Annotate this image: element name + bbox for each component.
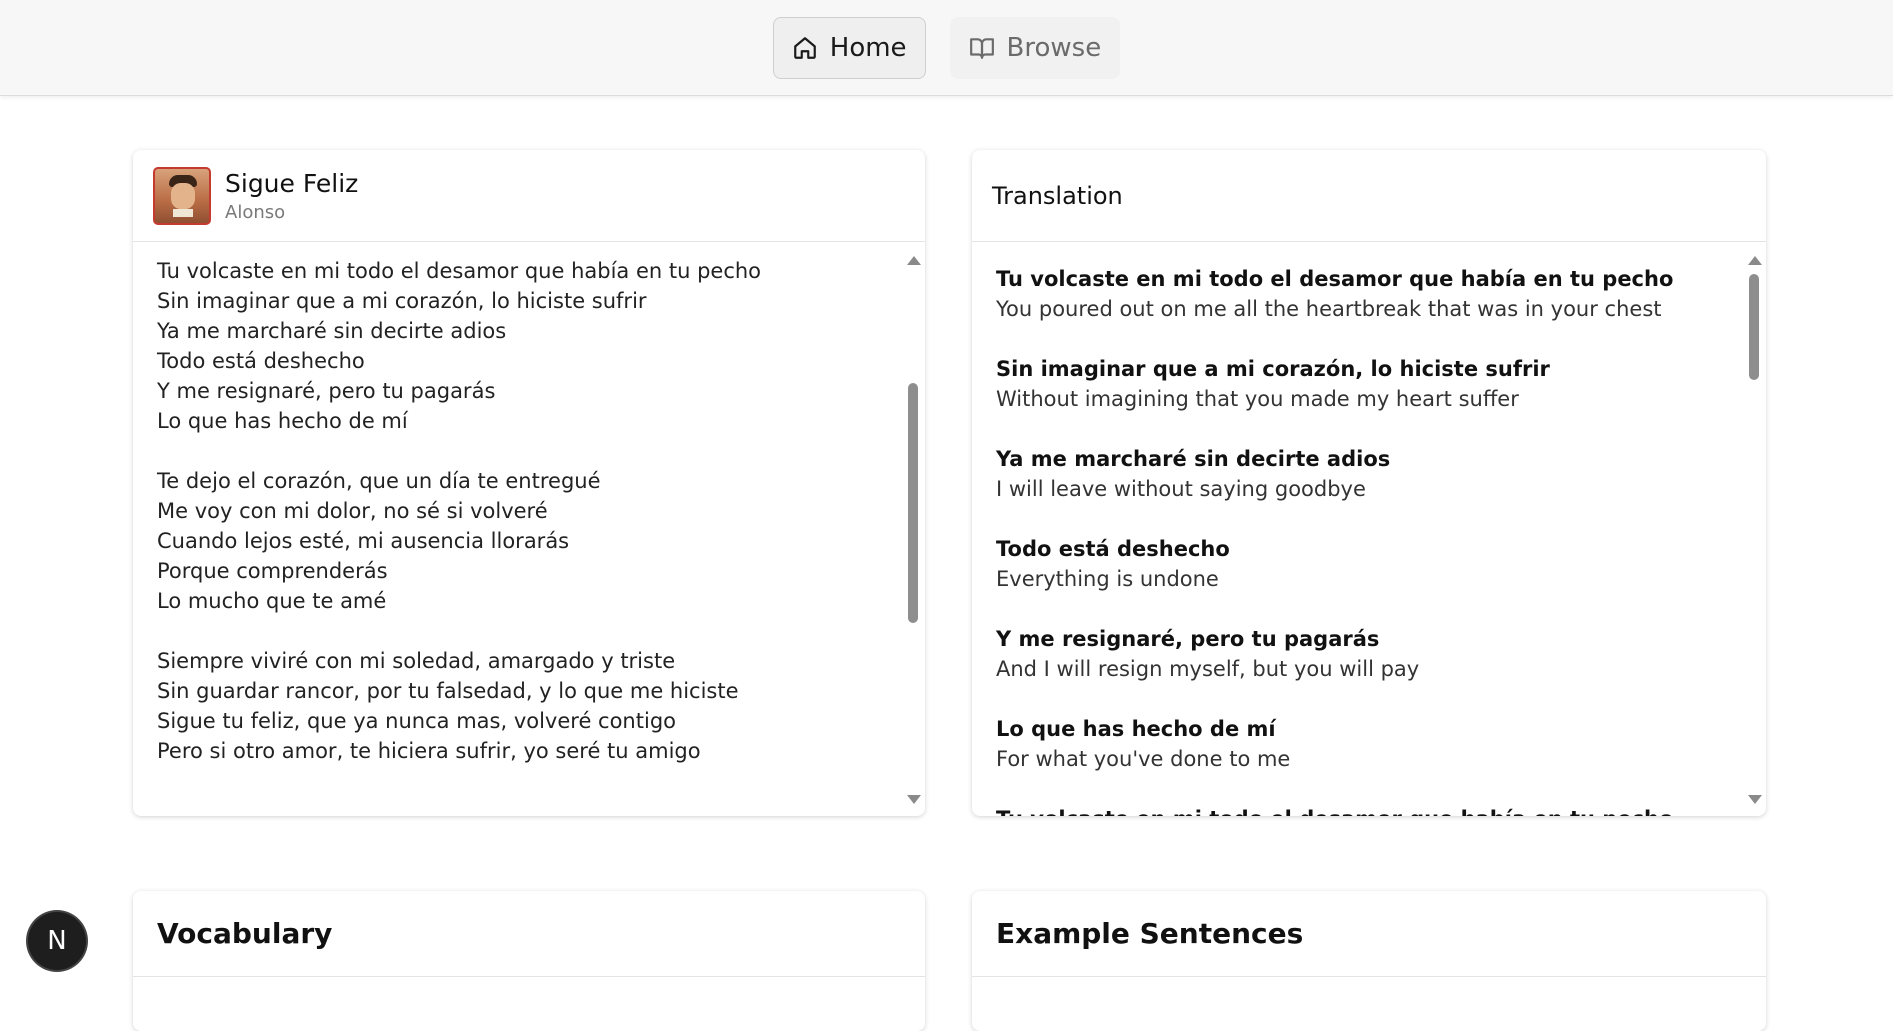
lyrics-scrollbar-thumb[interactable] bbox=[908, 383, 918, 623]
translation-item: Tu volcaste en mi todo el desamor que ha… bbox=[996, 264, 1742, 324]
translation-original-line: Sin imaginar que a mi corazón, lo hicist… bbox=[996, 357, 1550, 381]
lyrics-stanza: Te dejo el corazón, que un día te entreg… bbox=[157, 466, 901, 616]
home-nav-button[interactable]: Home bbox=[772, 16, 926, 79]
lyric-line: Tu volcaste en mi todo el desamor que ha… bbox=[157, 259, 762, 283]
translation-english-line: You poured out on me all the heartbreak … bbox=[996, 297, 1662, 321]
translation-item: Tu volcaste en mi todo el desamor que ha… bbox=[996, 804, 1742, 816]
lyric-line: Lo mucho que te amé bbox=[157, 589, 387, 613]
scroll-down-arrow-icon[interactable] bbox=[1748, 795, 1762, 804]
lyric-line: Pero si otro amor, te hiciera sufrir, yo… bbox=[157, 739, 701, 763]
translation-english-line: I will leave without saying goodbye bbox=[996, 477, 1366, 501]
album-art bbox=[153, 166, 211, 225]
lyric-line: Siempre viviré con mi soledad, amargado … bbox=[157, 649, 676, 673]
translation-scroll-area[interactable]: Tu volcaste en mi todo el desamor que ha… bbox=[972, 242, 1766, 816]
translation-original-line: Y me resignaré, pero tu pagarás bbox=[996, 627, 1380, 651]
translation-card-header: Translation bbox=[972, 150, 1766, 242]
lyrics-stanza: Siempre viviré con mi soledad, amargado … bbox=[157, 646, 901, 766]
translation-list: Tu volcaste en mi todo el desamor que ha… bbox=[972, 242, 1766, 816]
lyrics-stanza: Tu volcaste en mi todo el desamor que ha… bbox=[157, 256, 901, 436]
lyric-line: Porque comprenderás bbox=[157, 559, 388, 583]
translation-scrollbar[interactable] bbox=[1746, 250, 1762, 810]
translation-item: Sin imaginar que a mi corazón, lo hicist… bbox=[996, 354, 1742, 414]
lyric-line: Y me resignaré, pero tu pagarás bbox=[157, 379, 496, 403]
lyrics-card-header: Sigue Feliz Alonso bbox=[133, 150, 925, 242]
lyric-line: Sin guardar rancor, por tu falsedad, y l… bbox=[157, 679, 739, 703]
book-open-icon bbox=[969, 37, 994, 59]
translation-english-line: Without imagining that you made my heart… bbox=[996, 387, 1519, 411]
lyrics-card: Sigue Feliz Alonso Tu volcaste en mi tod… bbox=[133, 150, 925, 816]
song-title: Sigue Feliz bbox=[225, 168, 359, 198]
scroll-up-arrow-icon[interactable] bbox=[907, 256, 921, 265]
home-icon bbox=[793, 36, 816, 59]
translation-english-line: And I will resign myself, but you will p… bbox=[996, 657, 1420, 681]
example-sentences-card: Example Sentences bbox=[972, 891, 1766, 1031]
lyrics-text: Tu volcaste en mi todo el desamor que ha… bbox=[133, 242, 925, 766]
vocabulary-card: Vocabulary bbox=[133, 891, 925, 1031]
song-artist: Alonso bbox=[225, 201, 286, 223]
translation-english-line: Everything is undone bbox=[996, 567, 1219, 591]
lyric-line: Te dejo el corazón, que un día te entreg… bbox=[157, 469, 601, 493]
translation-original-line: Todo está deshecho bbox=[996, 537, 1230, 561]
lyrics-scrollbar[interactable] bbox=[905, 250, 921, 810]
lyric-line: Todo está deshecho bbox=[157, 349, 365, 373]
translation-original-line: Tu volcaste en mi todo el desamor que ha… bbox=[996, 267, 1674, 291]
translation-original-line: Tu volcaste en mi todo el desamor que ha… bbox=[996, 804, 1742, 816]
translation-item: Lo que has hecho de mí For what you've do… bbox=[996, 714, 1742, 774]
lyric-line: Sin imaginar que a mi corazón, lo hicist… bbox=[157, 289, 647, 313]
lyric-line: Ya me marcharé sin decirte adios bbox=[157, 319, 507, 343]
browse-nav-label: Browse bbox=[1006, 32, 1102, 63]
example-sentences-title: Example Sentences bbox=[972, 891, 1766, 977]
translation-english-line: For what you've done to me bbox=[996, 747, 1291, 771]
top-nav-bar: Home Browse bbox=[0, 0, 1893, 96]
translation-card: Translation Tu volcaste en mi todo el de… bbox=[972, 150, 1766, 816]
lyrics-scroll-area[interactable]: Tu volcaste en mi todo el desamor que ha… bbox=[133, 242, 925, 816]
translation-title: Translation bbox=[992, 181, 1123, 210]
lyric-line: Sigue tu feliz, que ya nunca mas, volver… bbox=[157, 709, 676, 733]
translation-item: Todo está deshecho Everything is undone bbox=[996, 534, 1742, 594]
translation-scrollbar-thumb[interactable] bbox=[1749, 274, 1759, 380]
scroll-up-arrow-icon[interactable] bbox=[1748, 256, 1762, 265]
translation-item: Ya me marcharé sin decirte adios I will l… bbox=[996, 444, 1742, 504]
scroll-down-arrow-icon[interactable] bbox=[907, 795, 921, 804]
translation-item: Y me resignaré, pero tu pagarás And I wil… bbox=[996, 624, 1742, 684]
vocabulary-title: Vocabulary bbox=[133, 891, 925, 977]
home-nav-label: Home bbox=[829, 32, 907, 63]
lyric-line: Me voy con mi dolor, no sé si volveré bbox=[157, 499, 548, 523]
browse-nav-button[interactable]: Browse bbox=[949, 16, 1121, 79]
translation-original-line: Lo que has hecho de mí bbox=[996, 717, 1276, 741]
lyric-line: Lo que has hecho de mí bbox=[157, 409, 408, 433]
translation-original-line: Ya me marcharé sin decirte adios bbox=[996, 447, 1391, 471]
dev-tools-badge[interactable]: N bbox=[28, 912, 86, 970]
lyric-line: Cuando lejos esté, mi ausencia llorarás bbox=[157, 529, 570, 553]
